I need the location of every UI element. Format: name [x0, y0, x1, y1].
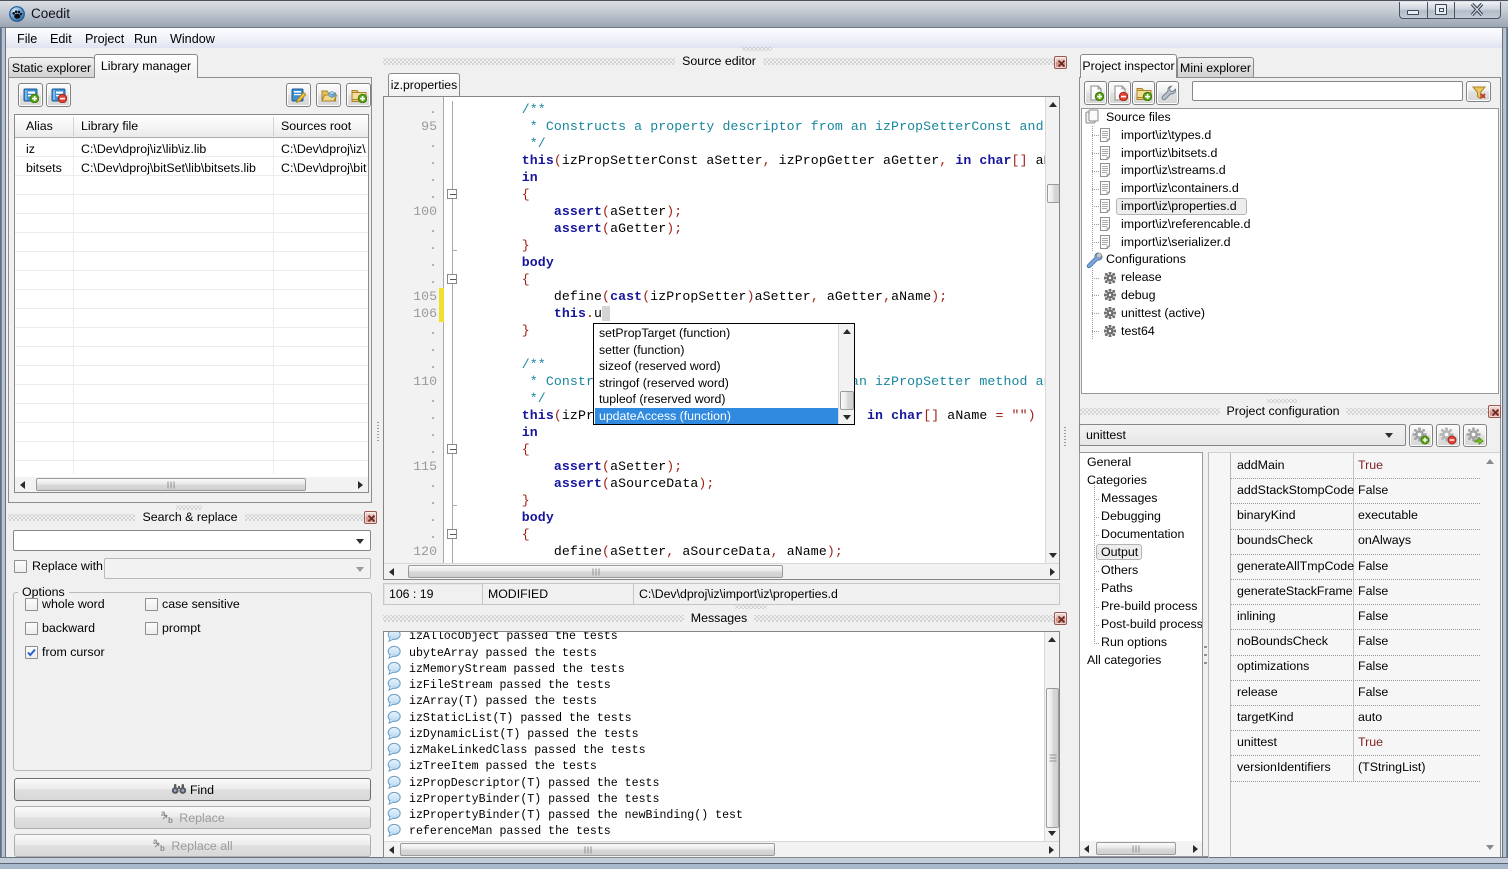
svg-text:b: b: [168, 816, 173, 824]
svg-text:b: b: [160, 844, 165, 852]
